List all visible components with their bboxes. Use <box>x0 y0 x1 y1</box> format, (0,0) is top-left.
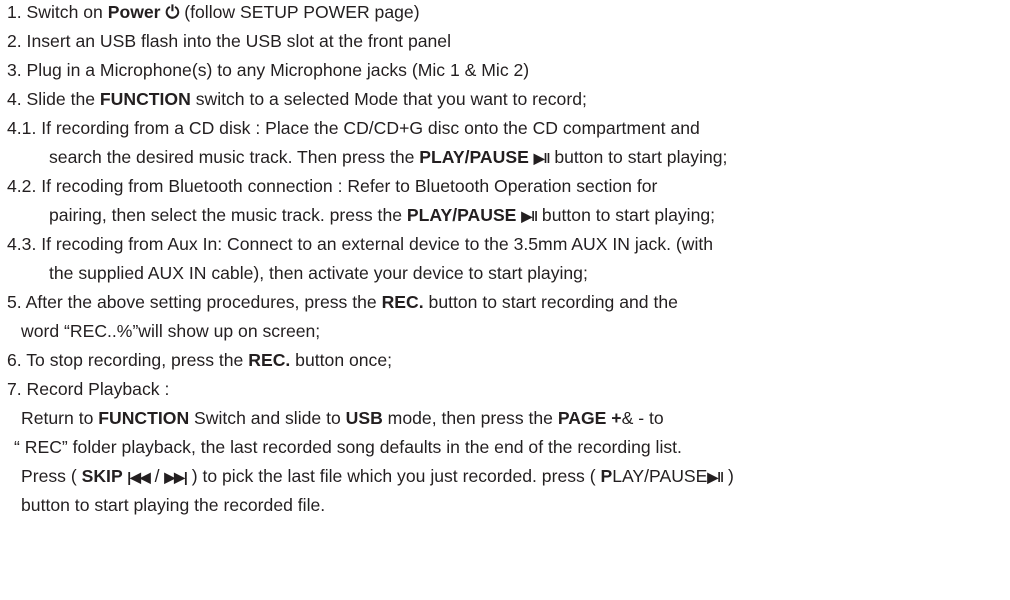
step-4-1-cont-end: button to start playing; <box>549 147 728 167</box>
step-4-3-text: 4.3. If recoding from Aux In: Connect to… <box>7 234 714 254</box>
step-7-cont-line-3: Press ( SKIP |◀◀ / ▶▶| ) to pick the las… <box>21 465 734 487</box>
text-segment: LAY/PAUSE <box>612 466 708 486</box>
step-5-cont-text: word “REC..%”will show up on screen; <box>21 321 321 341</box>
text-segment: ) <box>723 466 734 486</box>
rec-keyword: REC. <box>248 350 291 370</box>
step-4-line: 4. Slide the FUNCTION switch to a select… <box>7 88 587 110</box>
step-4-3-cont-line: the supplied AUX IN cable), then activat… <box>49 262 588 284</box>
step-4-1-line: 4.1. If recording from a CD disk : Place… <box>7 117 700 139</box>
power-icon: ⏻ <box>165 2 180 22</box>
power-keyword: Power <box>107 2 161 22</box>
step-2-text: 2. Insert an USB flash into the USB slot… <box>7 31 452 51</box>
step-7-text: 7. Record Playback : <box>7 379 170 399</box>
step-5-cont-line: word “REC..%”will show up on screen; <box>21 320 320 342</box>
rec-keyword: REC. <box>381 292 424 312</box>
step-4-2-cont-line: pairing, then select the music track. pr… <box>49 204 715 226</box>
step-4-2-line: 4.2. If recoding from Bluetooth connecti… <box>7 175 657 197</box>
usb-keyword: USB <box>345 408 383 428</box>
step-4-3-cont-text: the supplied AUX IN cable), then activat… <box>49 263 588 283</box>
step-5-text-end: button to start recording and the <box>423 292 678 312</box>
step-4-1-cont-text: search the desired music track. Then pre… <box>49 147 420 167</box>
text-segment: Switch and slide to <box>189 408 346 428</box>
step-7-cont-text-2: “ REC” folder playback, the last recorde… <box>14 437 682 457</box>
step-1-line: 1. Switch on Power ⏻ (follow SETUP POWER… <box>7 1 420 23</box>
step-4-text: 4. Slide the <box>7 89 100 109</box>
step-4-2-cont-text: pairing, then select the music track. pr… <box>49 205 407 225</box>
step-7-cont-line-1: Return to FUNCTION Switch and slide to U… <box>21 407 664 429</box>
step-6-line: 6. To stop recording, press the REC. but… <box>7 349 392 371</box>
text-segment: ) to pick the last file which you just r… <box>186 466 601 486</box>
step-5-line: 5. After the above setting procedures, p… <box>7 291 678 313</box>
play-pause-keyword: PLAY/PAUSE <box>406 205 522 225</box>
instruction-page: 1. Switch on Power ⏻ (follow SETUP POWER… <box>0 0 1010 600</box>
step-3-line: 3. Plug in a Microphone(s) to any Microp… <box>7 59 529 81</box>
step-2-line: 2. Insert an USB flash into the USB slot… <box>7 30 451 52</box>
step-4-1-cont-line: search the desired music track. Then pre… <box>49 146 727 168</box>
step-1-text: 1. Switch on <box>7 2 108 22</box>
step-6-text: 6. To stop recording, press the <box>7 350 249 370</box>
skip-back-icon: |◀◀ <box>127 469 150 485</box>
step-4-1-text: 4.1. If recording from a CD disk : Place… <box>7 118 700 138</box>
step-4-2-cont-end: button to start playing; <box>537 205 716 225</box>
step-7-cont-text-4: button to start playing the recorded fil… <box>21 495 326 515</box>
text-segment: & - to <box>621 408 664 428</box>
text-segment: Return to <box>21 408 99 428</box>
text-segment: / <box>149 466 165 486</box>
function-keyword: FUNCTION <box>99 89 191 109</box>
text-segment: Press ( <box>21 466 82 486</box>
step-7-cont-line-2: “ REC” folder playback, the last recorde… <box>14 436 682 458</box>
play-pause-keyword: PLAY/PAUSE <box>419 147 534 167</box>
step-5-text: 5. After the above setting procedures, p… <box>7 292 382 312</box>
p-keyword: P <box>600 466 613 486</box>
skip-forward-icon: ▶▶| <box>164 469 187 485</box>
step-4-2-text: 4.2. If recoding from Bluetooth connecti… <box>7 176 658 196</box>
play-pause-icon: ▶ǁ <box>533 150 551 166</box>
function-keyword: FUNCTION <box>98 408 190 428</box>
play-pause-icon: ▶ǁ <box>521 208 538 224</box>
step-6-text-end: button once; <box>290 350 393 370</box>
step-3-text: 3. Plug in a Microphone(s) to any Microp… <box>7 60 530 80</box>
step-4-3-line: 4.3. If recoding from Aux In: Connect to… <box>7 233 713 255</box>
step-1-text-end: (follow SETUP POWER page) <box>179 2 420 22</box>
step-4-text-end: switch to a selected Mode that you want … <box>190 89 587 109</box>
text-segment: mode, then press the <box>382 408 558 428</box>
step-7-cont-line-4: button to start playing the recorded fil… <box>21 494 325 516</box>
page-plus-keyword: PAGE + <box>557 408 622 428</box>
play-pause-icon: ▶ǁ <box>707 469 724 485</box>
skip-keyword: SKIP <box>81 466 128 486</box>
step-7-line: 7. Record Playback : <box>7 378 169 400</box>
